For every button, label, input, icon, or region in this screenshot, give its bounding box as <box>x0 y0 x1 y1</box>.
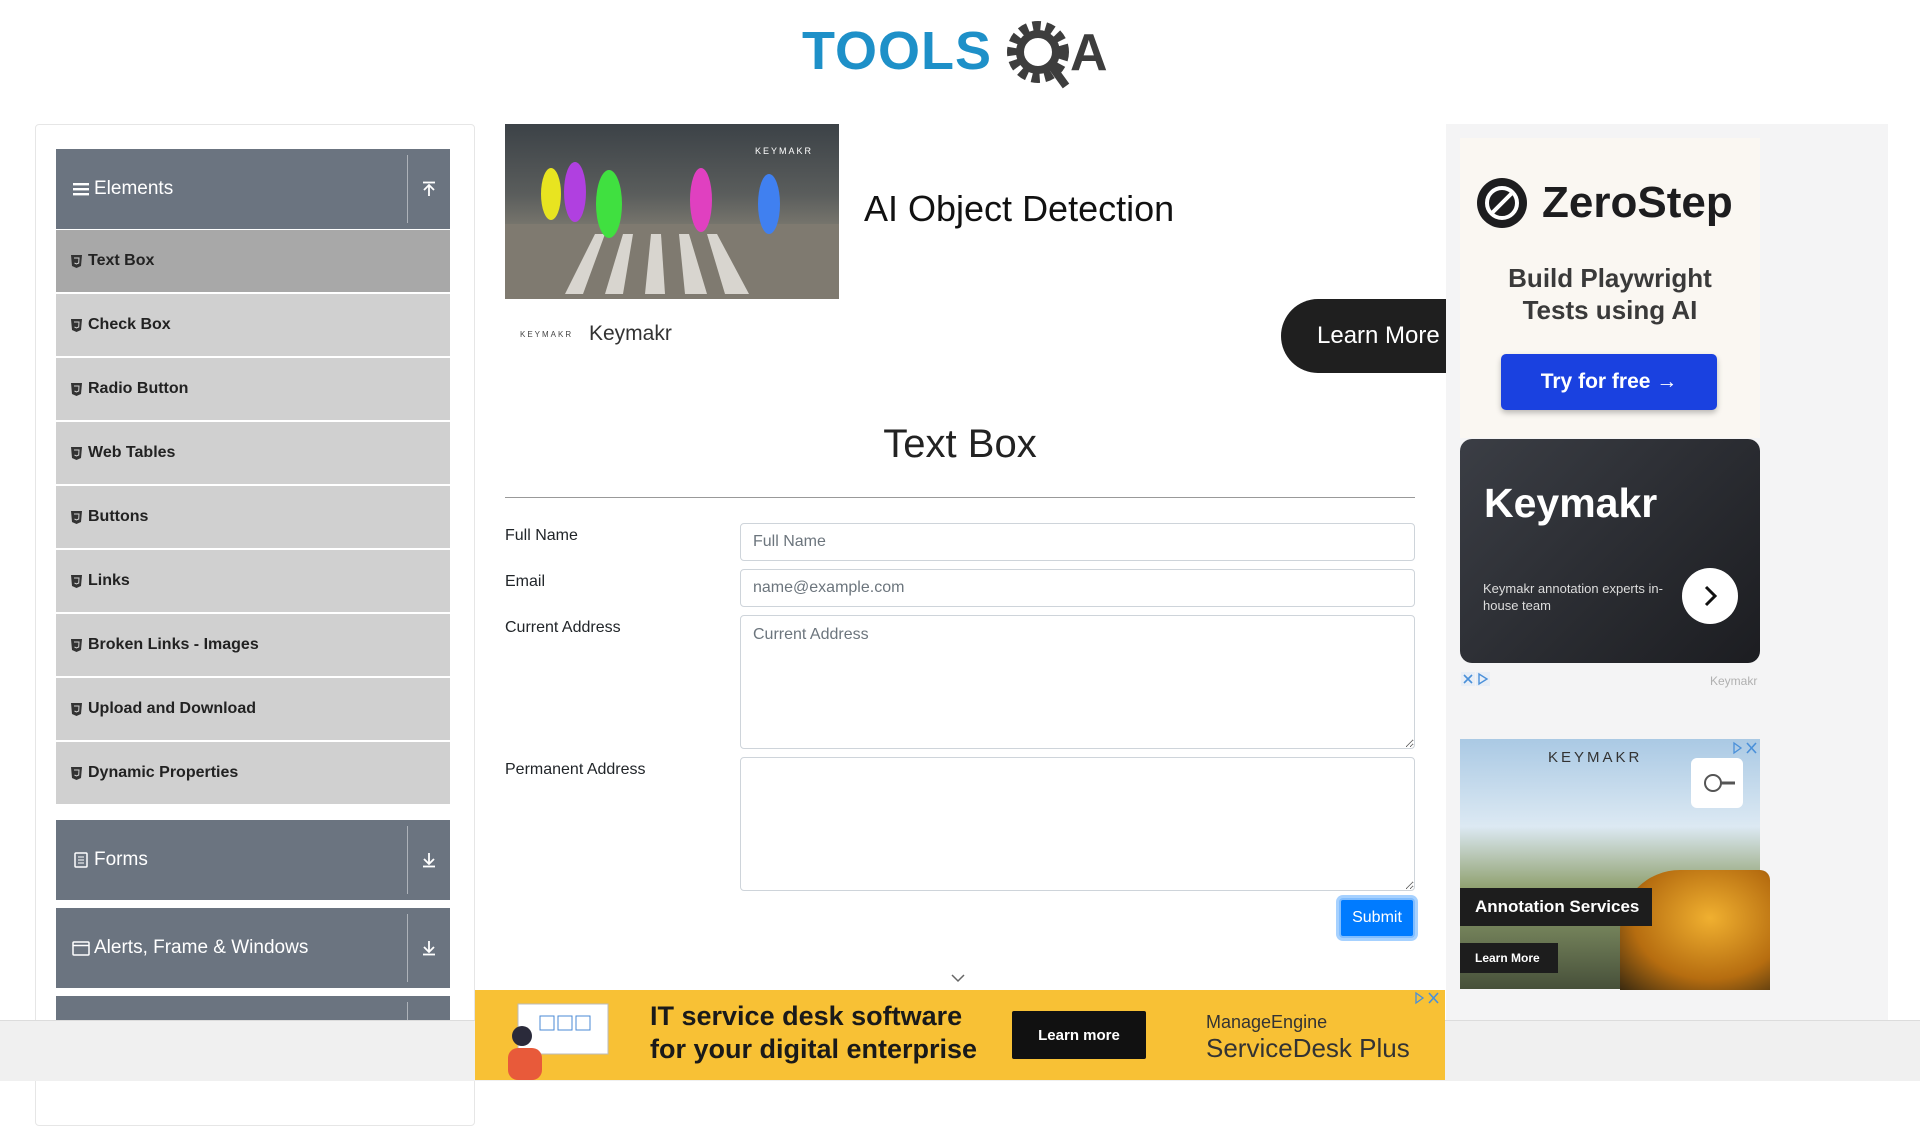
toolsqa-logo[interactable]: TOOLS A <box>800 14 1125 94</box>
keymakr-small-label: Keymakr <box>1710 674 1758 688</box>
html5-icon <box>70 318 82 332</box>
sidebar-group-label: Forms <box>94 849 148 870</box>
bottom-ad-headline-line: for your digital enterprise <box>650 1034 978 1064</box>
chevron-right-icon[interactable] <box>1682 568 1738 624</box>
chevron-down-icon[interactable] <box>950 970 966 988</box>
html5-icon <box>70 446 82 460</box>
divider <box>407 914 408 982</box>
svg-text:A: A <box>1070 24 1108 82</box>
divider <box>505 497 1415 498</box>
expand-down-icon[interactable] <box>416 820 442 900</box>
html5-icon <box>70 382 82 396</box>
divider <box>407 826 408 894</box>
sidebar-item-web-tables[interactable]: Web Tables <box>56 422 450 484</box>
sidebar-item-label: Dynamic Properties <box>88 764 239 781</box>
email-label: Email <box>505 573 546 590</box>
sidebar-item-label: Links <box>88 572 130 589</box>
bottom-ad-headline: IT service desk software for your digita… <box>650 1000 977 1066</box>
zerostep-tagline-line: Build Playwright <box>1508 263 1712 293</box>
document-icon <box>72 851 90 869</box>
sidebar-item-label: Upload and Download <box>88 700 256 717</box>
keymakr-banner-label: Annotation Services <box>1460 888 1652 926</box>
divider <box>407 155 408 223</box>
sidebar-item-upload-download[interactable]: Upload and Download <box>56 678 450 740</box>
sidebar-item-label: Text Box <box>88 252 155 269</box>
sidebar-item-label: Check Box <box>88 316 171 333</box>
html5-icon <box>70 702 82 716</box>
keymakr-card-ad[interactable] <box>1460 439 1760 663</box>
html5-icon <box>70 766 82 780</box>
ad-image[interactable]: KEYMAKR <box>505 124 839 299</box>
html5-icon <box>70 638 82 652</box>
zerostep-name: ZeroStep <box>1542 178 1733 227</box>
html5-icon <box>70 574 82 588</box>
sidebar-group-elements[interactable]: Elements <box>56 149 450 229</box>
bottom-ad-learn-more-button[interactable]: Learn more <box>1012 1011 1146 1059</box>
html5-icon <box>70 510 82 524</box>
sidebar-item-radio-button[interactable]: Radio Button <box>56 358 450 420</box>
zerostep-tagline: Build Playwright Tests using AI <box>1460 262 1760 326</box>
expand-down-icon[interactable] <box>416 908 442 988</box>
ad-close-icon[interactable] <box>1732 741 1758 760</box>
keymakr-card-title: Keymakr <box>1484 480 1658 526</box>
sidebar-item-broken-links[interactable]: Broken Links - Images <box>56 614 450 676</box>
permanent-address-label: Permanent Address <box>505 761 646 778</box>
sidebar-item-label: Radio Button <box>88 380 189 397</box>
zerostep-tagline-line: Tests using AI <box>1522 295 1698 325</box>
ad-close-icon[interactable] <box>1414 991 1440 1010</box>
manageengine-brand: ManageEngine <box>1206 1012 1328 1032</box>
sidebar-group-label: Elements <box>94 178 174 199</box>
site-header: TOOLS A <box>0 0 1920 100</box>
ad-image-brand: KEYMAKR <box>755 146 813 156</box>
keymakr-badge-icon <box>1691 758 1743 808</box>
collapse-up-icon[interactable] <box>416 149 442 229</box>
servicedesk-product: ServiceDesk Plus <box>1206 1033 1410 1063</box>
sidebar-item-check-box[interactable]: Check Box <box>56 294 450 356</box>
current-address-textarea[interactable] <box>740 615 1415 749</box>
window-icon <box>72 939 90 957</box>
sidebar-item-buttons[interactable]: Buttons <box>56 486 450 548</box>
sidebar-item-label: Web Tables <box>88 444 176 461</box>
ad-learn-more-button[interactable]: Learn More <box>1281 299 1461 373</box>
adchoices-icon[interactable] <box>1461 672 1491 686</box>
html5-icon <box>70 254 82 268</box>
sidebar-item-links[interactable]: Links <box>56 550 450 612</box>
svg-text:TOOLS: TOOLS <box>802 21 992 81</box>
sidebar-item-dynamic-properties[interactable]: Dynamic Properties <box>56 742 450 804</box>
keymakr-banner-brand: KEYMAKR <box>1548 749 1643 766</box>
ad-brand[interactable]: Keymakr <box>589 322 672 346</box>
page-title: Text Box <box>883 422 1037 466</box>
sidebar-item-label: Broken Links - Images <box>88 636 259 653</box>
permanent-address-textarea[interactable] <box>740 757 1415 891</box>
keymakr-logo: KEYMAKR <box>520 330 574 339</box>
support-illustration <box>500 998 620 1080</box>
full-name-input[interactable] <box>740 523 1415 561</box>
bottom-ad-headline-line: IT service desk software <box>650 1001 963 1031</box>
sidebar-group-alerts[interactable]: Alerts, Frame & Windows <box>56 908 450 988</box>
email-input[interactable] <box>740 569 1415 607</box>
full-name-label: Full Name <box>505 527 578 544</box>
sidebar-group-forms[interactable]: Forms <box>56 820 450 900</box>
submit-button[interactable]: Submit <box>1339 898 1415 938</box>
sidebar-item-text-box[interactable]: Text Box <box>56 230 450 292</box>
sidebar-item-label: Buttons <box>88 508 149 525</box>
sidebar-group-label: Alerts, Frame & Windows <box>94 937 309 958</box>
zerostep-logo-icon <box>1477 178 1527 228</box>
keymakr-banner-learn-more[interactable]: Learn More <box>1460 943 1558 973</box>
menu-lines-icon <box>72 180 90 198</box>
ad-title[interactable]: AI Object Detection <box>864 188 1174 230</box>
keymakr-card-description: Keymakr annotation experts in-house team <box>1483 581 1663 613</box>
try-for-free-button[interactable]: Try for free → <box>1501 354 1717 410</box>
current-address-label: Current Address <box>505 619 621 636</box>
